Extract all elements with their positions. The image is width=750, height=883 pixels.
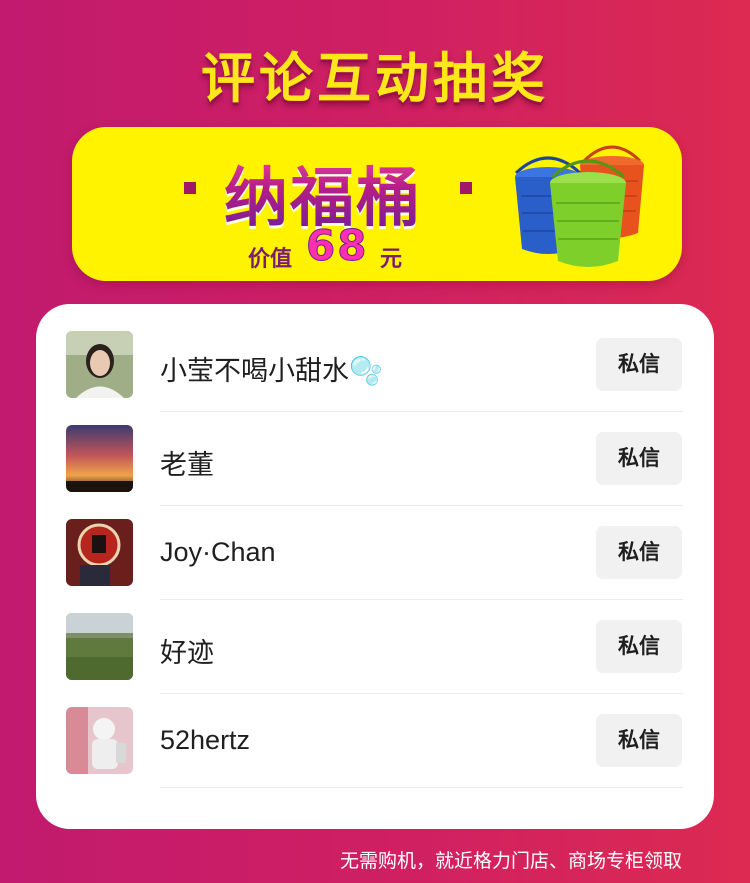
page-title: 评论互动抽奖: [201, 47, 549, 110]
green-bucket-icon: [550, 159, 626, 267]
list-item: Joy·Chan 私信: [66, 492, 684, 600]
winner-name: 老董: [160, 450, 214, 480]
avatar: [66, 331, 133, 398]
private-message-button[interactable]: 私信: [596, 620, 682, 673]
winners-card: 小莹不喝小甜水🫧 私信 老董 私信 Joy·Chan 私信 好迹 私信 52he…: [36, 304, 714, 829]
avatar: [66, 707, 133, 774]
winner-name: 好迹: [160, 638, 214, 668]
list-item: 老董 私信: [66, 398, 684, 506]
left-dot-decoration: [184, 182, 196, 194]
winner-name: 小莹不喝小甜水🫧: [160, 356, 383, 386]
buckets-image: [514, 145, 644, 267]
price-value: 68: [305, 221, 369, 271]
private-message-button[interactable]: 私信: [596, 338, 682, 391]
list-item: 小莹不喝小甜水🫧 私信: [66, 304, 684, 412]
divider: [160, 787, 683, 788]
avatar: [66, 613, 133, 680]
list-item: 好迹 私信: [66, 586, 684, 694]
winner-name: Joy·Chan: [160, 537, 276, 567]
private-message-button[interactable]: 私信: [596, 714, 682, 767]
right-dot-decoration: [460, 182, 472, 194]
list-item: 52hertz 私信: [66, 680, 684, 788]
price-unit: 元: [380, 246, 403, 271]
winner-name: 52hertz: [160, 725, 251, 755]
avatar: [66, 425, 133, 492]
price-label: 价值: [248, 246, 293, 271]
private-message-button[interactable]: 私信: [596, 526, 682, 579]
prize-banner: 纳福桶 价值 68 元: [72, 127, 682, 281]
avatar: [66, 519, 133, 586]
footer-note: 无需购机，就近格力门店、商场专柜领取: [339, 850, 682, 872]
private-message-button[interactable]: 私信: [596, 432, 682, 485]
